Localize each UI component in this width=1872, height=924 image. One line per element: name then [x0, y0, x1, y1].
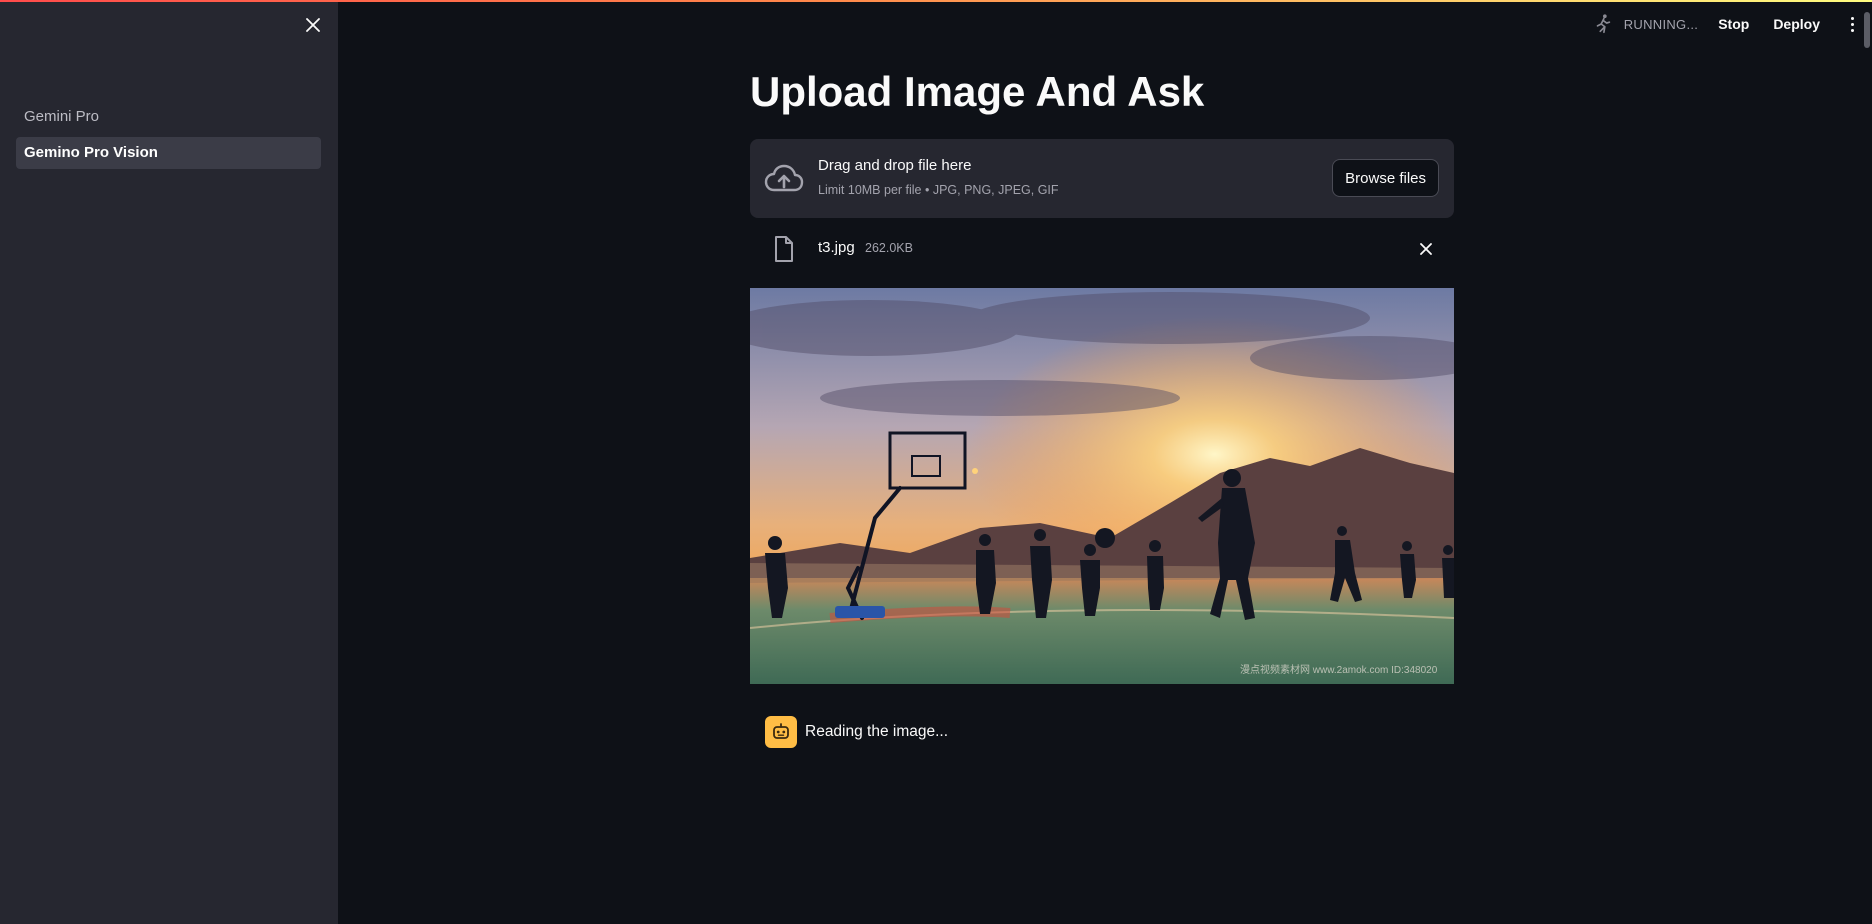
dropzone-limits: Limit 10MB per file • JPG, PNG, JPEG, GI… [818, 183, 1059, 197]
running-man-icon [1596, 14, 1610, 34]
scrollbar[interactable] [1864, 12, 1870, 48]
page-title: Upload Image And Ask [750, 68, 1205, 115]
kebab-dot-icon [1850, 16, 1854, 20]
main-menu-button[interactable] [1844, 12, 1860, 36]
close-icon [1420, 243, 1432, 255]
app-header: RUNNING... Stop Deploy [1592, 10, 1872, 38]
kebab-dot-icon [1850, 28, 1854, 32]
nav-item-gemino-pro-vision[interactable]: Gemino Pro Vision [16, 137, 321, 169]
basketball-sunset-photo: 漫点视频素材网 www.2amok.com ID:348020 [750, 288, 1454, 684]
file-icon [775, 236, 793, 262]
kebab-dot-icon [1850, 22, 1854, 26]
close-icon [306, 18, 320, 32]
robot-icon [773, 723, 789, 739]
page-navigation: Gemini Pro Gemino Pro Vision [16, 101, 321, 173]
cloud-upload-icon [764, 164, 804, 192]
running-status-text: RUNNING... [1623, 16, 1699, 32]
deploy-button[interactable]: Deploy [1773, 16, 1820, 32]
file-name: t3.jpg [818, 239, 855, 256]
running-progress-bar [0, 0, 1872, 2]
stop-button[interactable]: Stop [1718, 16, 1749, 32]
remove-file-button[interactable] [1416, 239, 1436, 259]
dropzone-title: Drag and drop file here [818, 157, 972, 174]
file-uploader-dropzone[interactable]: Drag and drop file here Limit 10MB per f… [750, 139, 1454, 218]
uploaded-file-row: t3.jpg 262.0KB [750, 230, 1454, 270]
nav-item-gemini-pro[interactable]: Gemini Pro [16, 101, 321, 133]
browse-files-button[interactable]: Browse files [1332, 159, 1439, 197]
close-sidebar-button[interactable] [302, 14, 324, 36]
assistant-chat-message: Reading the image... [765, 715, 948, 749]
bot-avatar [765, 716, 797, 748]
sidebar: Gemini Pro Gemino Pro Vision [0, 0, 338, 924]
uploaded-image-preview: 漫点视频素材网 www.2amok.com ID:348020 [750, 288, 1454, 684]
watermark-text: 漫点视频素材网 www.2amok.com ID:348020 [1240, 663, 1438, 676]
file-size: 262.0KB [865, 241, 913, 255]
assistant-message-text: Reading the image... [805, 723, 949, 740]
